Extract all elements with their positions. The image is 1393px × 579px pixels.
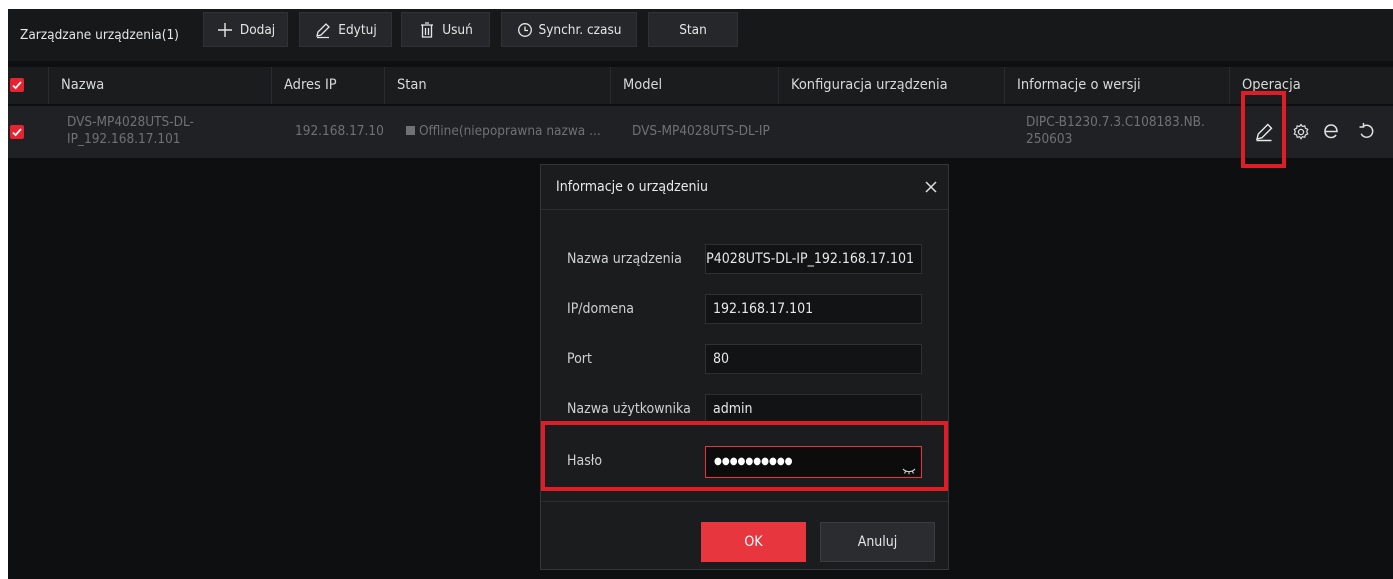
delete-button-label: Usuń [442,21,473,38]
toolbar: Zarządzane urządzenia(1) Dodaj Edytuj Us… [8,9,1393,61]
port-field[interactable] [705,344,922,374]
device-name-line1: DVS-MP4028UTS-DL- [67,114,194,130]
cancel-button[interactable]: Anuluj [820,522,935,562]
ip-domain-label: IP/domena [567,301,634,317]
ip-domain-field[interactable] [705,294,922,324]
trash-icon [418,21,436,39]
column-header-model[interactable]: Model [611,67,779,104]
managed-devices-title: Zarządzane urządzenia(1) [20,27,179,43]
edit-button[interactable]: Edytuj [299,12,392,47]
e-browser-icon[interactable] [1320,120,1342,146]
row-ip: 192.168.17.10 [295,123,384,139]
username-label: Nazwa użytkownika [567,401,691,417]
dialog-divider [541,501,948,502]
device-name-line2: IP_192.168.17.101 [67,131,181,147]
gear-icon[interactable] [1291,122,1311,146]
check-icon [12,81,22,90]
sync-time-button-label: Synchr. czasu [538,21,622,38]
version-line2: 250603 [1026,131,1073,147]
dialog-title: Informacje o urządzeniu [556,179,708,195]
table-header: Nazwa Adres IP Stan Model Konfiguracja u… [8,67,1393,104]
sync-time-button[interactable]: Synchr. czasu [501,12,637,47]
pencil-icon [314,21,332,39]
plus-icon [216,21,234,39]
column-header-ip[interactable]: Adres IP [272,67,385,104]
device-name-label: Nazwa urządzenia [567,251,682,267]
row-device-name: DVS-MP4028UTS-DL- IP_192.168.17.101 [67,114,267,148]
column-header-name[interactable]: Nazwa [48,67,272,104]
row-status: Offline(niepoprawna nazwa ... [406,123,606,140]
ok-button[interactable]: OK [701,522,806,562]
edit-button-label: Edytuj [338,21,377,38]
close-icon[interactable] [920,176,942,198]
device-name-value: DVS-MP4028UTS-DL-IP_192.168.17.101 [706,251,914,267]
undo-icon[interactable] [1357,121,1377,145]
select-all-checkbox[interactable] [10,78,24,92]
password-highlight-box [541,421,948,491]
port-label: Port [567,351,592,367]
device-info-dialog: Informacje o urządzeniu Nazwa urządzenia… [540,164,949,570]
status-square-icon [406,126,415,135]
column-header-status[interactable]: Stan [385,67,611,104]
username-field[interactable] [705,394,922,424]
column-header-version[interactable]: Informacje o wersji [1005,67,1230,104]
column-header-config[interactable]: Konfiguracja urządzenia [779,67,1005,104]
delete-button[interactable]: Usuń [401,12,490,47]
add-button-label: Dodaj [239,21,276,38]
device-name-field[interactable]: DVS-MP4028UTS-DL-IP_192.168.17.101 [705,244,922,274]
clock-icon [517,22,533,38]
edit-highlight-box [1241,91,1286,168]
add-button[interactable]: Dodaj [203,12,288,47]
row-version: DIPC-B1230.7.3.C108183.NB. 250603 [1026,114,1226,148]
version-line1: DIPC-B1230.7.3.C108183.NB. [1026,114,1205,130]
row-checkbox[interactable] [10,125,24,139]
row-status-text: Offline(niepoprawna nazwa ... [419,123,601,139]
table-row[interactable]: DVS-MP4028UTS-DL- IP_192.168.17.101 192.… [8,106,1393,158]
status-button[interactable]: Stan [648,12,738,47]
dialog-header: Informacje o urządzeniu [541,165,948,210]
check-icon [12,128,22,137]
device-manager-window: Zarządzane urządzenia(1) Dodaj Edytuj Us… [8,9,1393,579]
row-model: DVS-MP4028UTS-DL-IP [632,123,770,139]
status-button-label: Stan [679,21,707,38]
